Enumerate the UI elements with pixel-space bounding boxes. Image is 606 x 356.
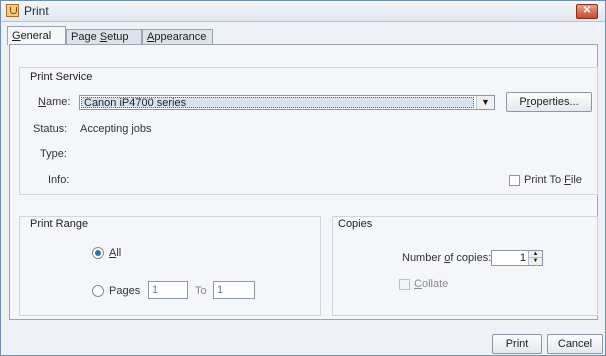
status-label: Status: xyxy=(33,123,68,135)
pages-range-label[interactable]: Pages xyxy=(109,285,140,297)
copies-group xyxy=(332,216,598,316)
status-value: Accepting jobs xyxy=(80,123,152,135)
properties-label-pre: P xyxy=(519,96,527,108)
name-label: Name: xyxy=(38,96,70,108)
print-service-title: Print Service xyxy=(30,71,93,83)
chevron-down-icon[interactable]: ▼ xyxy=(476,96,494,109)
to-label: To xyxy=(195,285,207,297)
copies-count-label: Number of copies: xyxy=(402,252,491,264)
tab-page-setup-label: etup xyxy=(107,31,129,43)
all-pages-label[interactable]: All xyxy=(109,247,121,259)
spinner-down-icon[interactable]: ▼ xyxy=(529,258,542,265)
print-button[interactable]: Print xyxy=(492,334,542,354)
collate-label: Collate xyxy=(414,278,448,290)
print-to-file-label-pre: Print To xyxy=(524,174,565,186)
type-label: Type: xyxy=(40,148,67,160)
name-label-text: ame: xyxy=(45,96,71,108)
tab-general-label: eneral xyxy=(20,30,52,42)
collate-checkbox[interactable] xyxy=(399,279,410,290)
print-to-file-checkbox[interactable] xyxy=(509,175,520,186)
print-to-file-label[interactable]: Print To File xyxy=(524,174,582,186)
printer-select[interactable]: Canon iP4700 series ▼ xyxy=(79,95,495,110)
tab-page-setup-label-pre: Page xyxy=(71,31,100,43)
pages-range-radio[interactable] xyxy=(92,285,104,297)
pages-range-label-pre: Pa xyxy=(109,285,123,297)
print-dialog: Print ✕ General Page Setup Appearance Pr… xyxy=(0,0,606,356)
close-button[interactable]: ✕ xyxy=(576,4,598,19)
properties-label: operties... xyxy=(530,96,579,108)
tab-appearance-label: ppearance xyxy=(154,31,207,43)
collate-label-rest: ollate xyxy=(421,278,449,290)
cancel-button[interactable]: Cancel xyxy=(547,334,603,354)
copies-count-value: 1 xyxy=(519,252,526,264)
all-pages-radio[interactable] xyxy=(92,247,104,259)
print-range-title: Print Range xyxy=(30,218,89,230)
properties-button[interactable]: Properties... xyxy=(506,92,592,112)
name-mnemonic: N xyxy=(38,96,46,108)
spinner-buttons: ▲ ▼ xyxy=(528,251,542,265)
copies-title: Copies xyxy=(338,218,373,230)
collate-mnemonic: C xyxy=(414,278,422,290)
tab-general-mnemonic: G xyxy=(12,30,21,42)
print-to-file-mnemonic: F xyxy=(564,174,571,186)
tab-page-setup-mnemonic: S xyxy=(99,31,108,43)
title-bar[interactable]: Print ✕ xyxy=(1,1,605,22)
copies-count-label-rest: f copies: xyxy=(450,252,492,264)
print-range-group xyxy=(19,216,321,316)
pages-from-input[interactable]: 1 xyxy=(148,281,188,299)
java-cup-icon xyxy=(6,4,19,17)
spinner-up-icon[interactable]: ▲ xyxy=(529,251,542,258)
all-pages-label-rest: ll xyxy=(116,247,122,259)
tab-appearance[interactable]: Appearance xyxy=(142,29,213,44)
pages-to-input[interactable]: 1 xyxy=(213,281,255,299)
tab-page-setup[interactable]: Page Setup xyxy=(66,29,142,44)
info-label: Info: xyxy=(48,174,70,186)
printer-selected-value: Canon iP4700 series xyxy=(81,97,474,109)
print-to-file-label-rest: ile xyxy=(570,174,582,186)
copies-spinner[interactable]: 1 ▲ ▼ xyxy=(491,250,543,266)
pages-range-label-rest: es xyxy=(128,285,141,297)
tab-general[interactable]: General xyxy=(7,26,66,45)
copies-count-label-pre: Number xyxy=(402,252,445,264)
window-title: Print xyxy=(24,4,49,18)
